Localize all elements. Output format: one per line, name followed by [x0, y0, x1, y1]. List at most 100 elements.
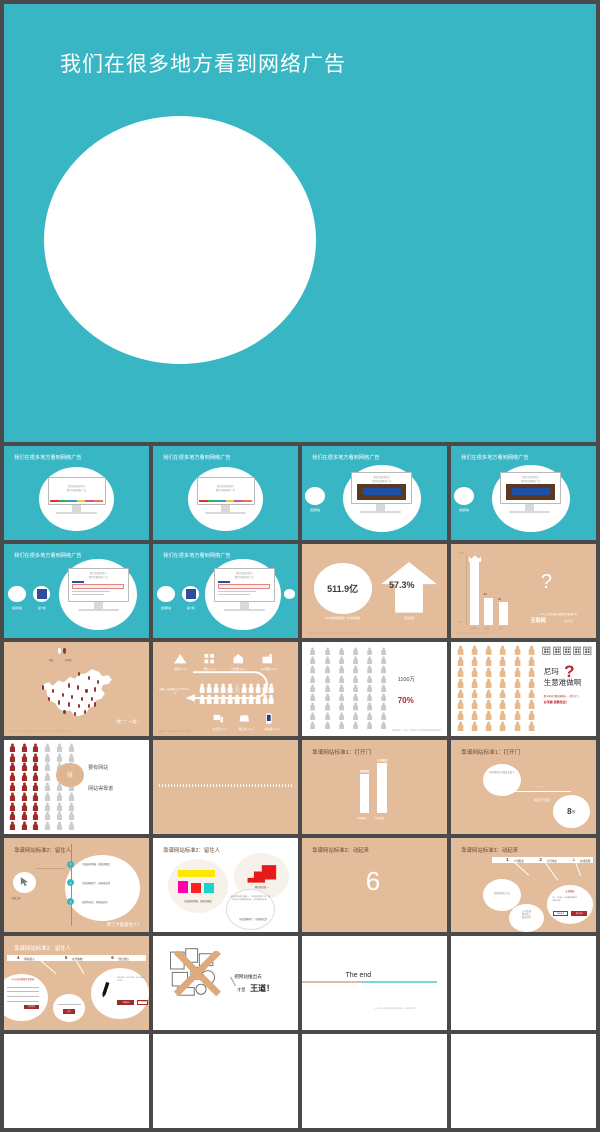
slide-footnote: 数据来源：CNNIC《中国中小企业互联网应用调研报告》 [392, 730, 443, 733]
headline-line-2: 生意难做啊 [543, 677, 582, 687]
slide-footnote: 以上为部分内容版权归原作者所有，仅供参考学习 [374, 1008, 417, 1011]
ribbon-text-6: 微店微信 [118, 958, 129, 962]
bar-caption-2: 打开速度 [374, 817, 385, 821]
bubble-button-1[interactable]: 在线咨询 [552, 911, 569, 916]
stat-percent: 70% [397, 695, 414, 705]
slide-footnote: 数据来源：艾瑞咨询《2014年中国网络广告市场年度监测报告》 [307, 633, 362, 636]
slide-thumbnail-16[interactable]: 靠谱网站标准1：打开门 你的网站打开速度太慢了 ———— 极限打开速度 8秒 [451, 740, 596, 834]
monitor-base [224, 608, 265, 612]
video-player [511, 488, 550, 495]
legend-label-2: 非网民 [64, 658, 73, 662]
slide-thumbnail-21[interactable]: 靠谱网站标准3：留住人 4 网站留言 5 在线购物 6 微店微信 XX公司在线留… [4, 936, 149, 1030]
legend-label-1: 网民 [48, 658, 54, 662]
seconds-circle: 8秒 [552, 794, 591, 829]
slide-title-15: 靠谱网站标准1：打开门 [312, 749, 372, 756]
ribbon-num-4: 4 [17, 955, 20, 961]
monitor-stand [240, 602, 249, 609]
slide-thumbnail-10[interactable]: 新闻 xx.xx 网络 xx.xx 社交网 xx.xx 公共网络 xx.xx 网… [153, 642, 298, 736]
cross-out-icon [173, 951, 221, 997]
slide-thumbnail-17[interactable]: 靠谱网站标准2：留住人 访客上屏 1 页面结构清晰、界面美观度 2 导航清晰明了… [4, 838, 149, 932]
bar-news [498, 602, 508, 625]
slide-thumbnail-18[interactable]: 靠谱网站标准2：留住人 页面结构清晰、界面美观度 网站配色统一 网站的整体配色要… [153, 838, 298, 932]
hero-title: 我们在很多地方看到网络广告 [60, 53, 346, 76]
slide-title-19: 靠谱网站标准3：动起来 [312, 847, 370, 854]
slide-thumbnail-27[interactable] [302, 1034, 447, 1128]
push-out-line-1: 把网站推出去 [234, 973, 262, 979]
slide-thumbnail-1[interactable]: 我们在很多地方看到网络广告 我们在很多地方 看到互联网的广告 [4, 446, 149, 540]
slide-title-18: 靠谱网站标准2：留住人 [163, 847, 221, 854]
china-map-shape [41, 668, 112, 716]
highlight-lead: 90%以上的中国企业都投放互联网广告 [539, 613, 577, 616]
mid-field [57, 1003, 81, 1005]
video-site-icon [8, 586, 26, 603]
slide-title-16: 靠谱网站标准1：打开门 [461, 749, 521, 756]
slide-thumbnail-22[interactable]: 把网站推出去 才是 王道！ [153, 936, 298, 1030]
sub-line-2: 必须要 脱颖而出！ [543, 700, 569, 705]
icon-label-laptop: 笔记本 xx.xx [238, 727, 253, 731]
video-player [362, 488, 401, 495]
step-text-1: 页面结构清晰、界面美观度 [82, 864, 110, 867]
slide-title-1: 我们在很多地方看到网络广告 [14, 454, 82, 461]
slide-thumbnail-25[interactable] [4, 1034, 149, 1128]
slide-thumbnail-15[interactable]: 靠谱网站标准1：打开门 其他网站 打开速度 其他网站 打开速度 [302, 740, 447, 834]
note-b-text: 公司开通 四百电二 商业用号 [521, 911, 531, 920]
slide-thumbnail-4[interactable]: 我们在很多地方看到网络广告 视频网站 我们在很多地方 看到互联网的广告 [451, 446, 596, 540]
bar-internet [469, 560, 479, 625]
slide-thumbnail-3[interactable]: 我们在很多地方看到网络广告 视频网站 我们在很多地方 看到互联网的广告 [302, 446, 447, 540]
slide-thumbnail-20[interactable]: 靠谱网站标准3：动起来 1 公司概述 2 公司地址 3 在线客服 咨询的联系方式… [451, 838, 596, 932]
slide-thumbnail-23[interactable]: The end 以上为部分内容版权归原作者所有，仅供参考学习 [302, 936, 447, 1030]
network-icon [204, 654, 215, 664]
map-slogan: 哪广广一类！ [116, 718, 141, 724]
bubble-button-2[interactable]: 拨打电话 [571, 911, 588, 916]
slide-thumbnail-2[interactable]: 我们在很多地方看到网络广告 我们在很多地方 看到互联网的广告 [153, 446, 298, 540]
icon-label-social: 社交网 xx.xx [231, 668, 246, 672]
slide-thumbnail-14[interactable] [153, 740, 298, 834]
stat-number: 1100万 [397, 676, 416, 683]
result-line [72, 593, 105, 595]
screen-line-2: 看到互联网的广告 [234, 576, 254, 580]
ribbon-text-2: 公司地址 [546, 860, 558, 864]
add-to-cart-button[interactable]: 加入购物车 [137, 999, 148, 1005]
monitor-stand [375, 504, 385, 511]
bar-open-speed [377, 762, 387, 814]
slide-thumbnail-12[interactable]: ? 尼玛 生意难做啊 那么多同行都在做网站——我也之下， 必须要 脱颖而出！ [451, 642, 596, 736]
slide-thumbnail-13[interactable]: 促进 销售 要有网站 网站得靠谱 [4, 740, 149, 834]
slide-thumbnail-11[interactable]: 1100万 70% 数据来源：CNNIC《中国中小企业互联网应用调研报告》 [302, 642, 447, 736]
step-node-1: 1 [67, 860, 75, 868]
dotted-divider [158, 784, 293, 787]
product-image-icon [102, 982, 110, 998]
growth-caption: 同比增长 [403, 617, 415, 621]
bar-other-sites [360, 773, 370, 814]
center-label: 网络，就是最大的 XXXXX人气 [159, 688, 190, 696]
slide-thumbnail-9[interactable]: 网民 非网民 哪广广一类！ 数据来源：中国互联网络信息中心（CNNIC）第35次… [4, 642, 149, 736]
slide-title-3: 我们在很多地方看到网络广告 [312, 454, 380, 461]
axis-bottom-label: 0% [458, 621, 462, 625]
desktop-icon [213, 715, 223, 723]
buy-now-button[interactable]: 立即购买 [117, 999, 135, 1005]
swatch-cyan [203, 883, 214, 893]
slide-thumbnail-6[interactable]: 我们在很多地方看到网络广告 视频网站 客户端 我们在很多地方 看到互联网的广告 [153, 544, 298, 638]
client-icon-glyph [36, 589, 47, 599]
person-icon [310, 647, 316, 655]
slide-thumbnail-26[interactable] [153, 1034, 298, 1128]
mid-submit-button[interactable]: 提交 [63, 1009, 76, 1014]
slide-thumbnail-24[interactable] [451, 936, 596, 1030]
hero-slide[interactable]: 我们在很多地方看到网络广告 [4, 4, 596, 442]
slide-footnote: 数据来源：艾瑞咨询 2014年中国网络广告 [456, 633, 492, 636]
cursor-icon [20, 876, 28, 886]
headline-line-1: 尼玛 [543, 667, 559, 677]
slide-thumbnail-19[interactable]: 靠谱网站标准3：动起来 6 [302, 838, 447, 932]
slide-thumbnail-8[interactable]: 100% 0% 34 21 互联网 电视 报纸 ? 90%以上的中国企业都投放互… [451, 544, 596, 638]
building-icon [542, 646, 551, 655]
slide-title-21: 靠谱网站标准3：留住人 [14, 945, 72, 952]
slide-thumbnail-7[interactable]: 511.9亿 2014年中国网络广告市场规模 57.3% 同比增长 数据来源：艾… [302, 544, 447, 638]
stat-circle: 511.9亿 [313, 562, 372, 614]
badge-circle: 促进 销售 [56, 762, 84, 787]
form-submit-button[interactable]: 提交留言 [24, 1004, 39, 1010]
slide-thumbnail-5[interactable]: 我们在很多地方看到网络广告 视频网站 客户端 我们在很多地方 看到互联网的广告 [4, 544, 149, 638]
slide-thumbnail-28[interactable] [451, 1034, 596, 1128]
screen-line-1: 我们在很多地方 [217, 484, 234, 488]
presentation-viewer: 我们在很多地方看到网络广告 我们在很多地方看到网络广告 我们在很多地方 看到互联… [0, 0, 600, 1132]
swatch-red [190, 883, 201, 893]
client-label: 客户端 [186, 607, 195, 611]
